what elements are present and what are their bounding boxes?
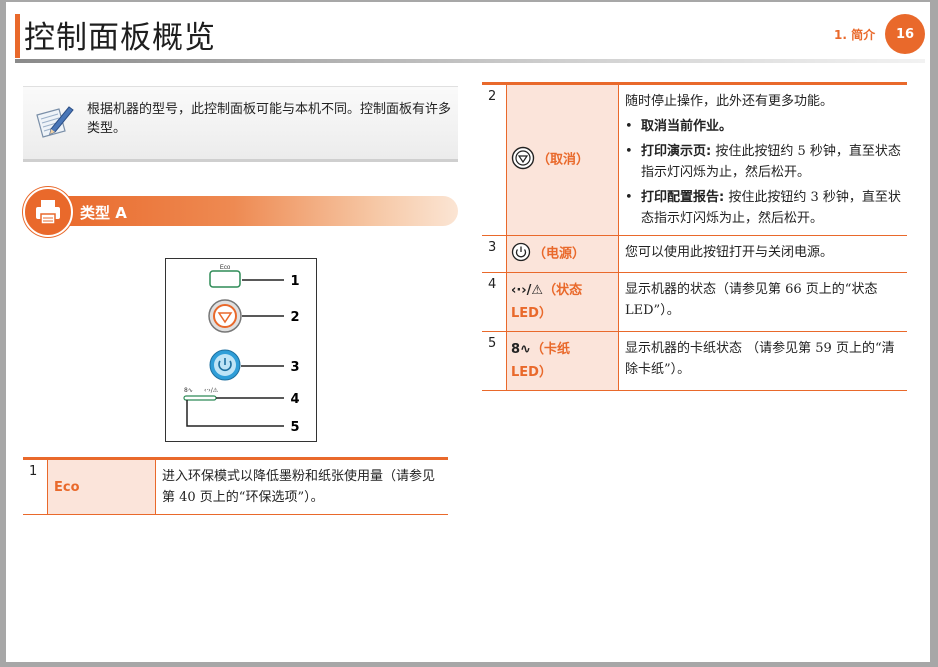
callout-1: 1 bbox=[290, 274, 299, 289]
eco-button: Eco bbox=[209, 265, 241, 288]
status-led-symbol: ‹·›/⚠ bbox=[204, 387, 219, 394]
callout-2: 2 bbox=[290, 310, 299, 325]
page-number-badge: 16 bbox=[885, 14, 925, 54]
list-item: 打印演示页: 按住此按钮约 5 秒钟，直至状态指示灯闪烁为止，然后松开。 bbox=[625, 141, 901, 183]
row-description: 显示机器的状态（请参见第 66 页上的“状态 LED”）。 bbox=[618, 272, 907, 332]
cancel-label: （取消） bbox=[537, 152, 590, 168]
page-number: 16 bbox=[895, 26, 915, 42]
list-item: 取消当前作业。 bbox=[625, 116, 901, 137]
paper-jam-icon: 8∿ bbox=[511, 342, 531, 357]
row-number: 2 bbox=[482, 82, 507, 236]
title-accent-bar bbox=[15, 14, 20, 58]
row-name-jam-led: 8∿（卡纸 LED） bbox=[506, 331, 619, 391]
eco-figure-label: Eco bbox=[220, 265, 231, 271]
row-number: 5 bbox=[482, 331, 507, 391]
table-row: 4 ‹·›/⚠（状态 LED） 显示机器的状态（请参见第 66 页上的“状态 L… bbox=[482, 272, 907, 332]
note-box: 根据机器的型号，此控制面板可能与本机不同。控制面板有许多类型。 bbox=[23, 86, 458, 162]
row-number: 4 bbox=[482, 272, 507, 332]
row-description: 随时停止操作，此外还有更多功能。 取消当前作业。 打印演示页: 按住此按钮约 5… bbox=[618, 82, 907, 236]
row-number: 1 bbox=[23, 457, 48, 515]
table-row: 3 （电源） 您可以使用此按钮打开与关闭电源。 bbox=[482, 235, 907, 273]
callout-4: 4 bbox=[290, 392, 299, 407]
cancel-summary: 随时停止操作，此外还有更多功能。 bbox=[625, 94, 834, 109]
status-led-icon: ‹·›/⚠ bbox=[511, 283, 544, 298]
row-name-status-led: ‹·›/⚠（状态 LED） bbox=[506, 272, 619, 332]
row-description: 显示机器的卡纸状态 （请参见第 59 页上的“清除卡纸”）。 bbox=[618, 331, 907, 391]
table-row: 2 （取消） 随时停止操作，此外还有更多功能。 取消当前作业。 打印演示页: 按… bbox=[482, 82, 907, 236]
callout-3: 3 bbox=[290, 360, 299, 375]
spec-table-left: 1 Eco 进入环保模式以降低墨粉和纸张使用量（请参见第 40 页上的“环保选项… bbox=[23, 457, 448, 515]
header-rule bbox=[15, 59, 925, 63]
section-title: 类型 A bbox=[80, 204, 127, 222]
table-row: 5 8∿（卡纸 LED） 显示机器的卡纸状态 （请参见第 59 页上的“清除卡纸… bbox=[482, 331, 907, 391]
printer-icon bbox=[23, 187, 73, 237]
chapter-label: 1. 简介 bbox=[834, 28, 876, 42]
callout-5: 5 bbox=[290, 420, 299, 435]
led-bar bbox=[183, 395, 217, 401]
note-pencil-icon bbox=[33, 101, 75, 145]
row-name-cancel: （取消） bbox=[506, 82, 619, 236]
cancel-button-graphic bbox=[208, 299, 242, 333]
page-title: 控制面板概览 bbox=[24, 20, 216, 56]
row-description: 进入环保模式以降低墨粉和纸张使用量（请参见第 40 页上的“环保选项”）。 bbox=[155, 457, 448, 515]
cancel-bullets: 取消当前作业。 打印演示页: 按住此按钮约 5 秒钟，直至状态指示灯闪烁为止，然… bbox=[625, 116, 901, 229]
spec-table-right: 2 （取消） 随时停止操作，此外还有更多功能。 取消当前作业。 打印演示页: 按… bbox=[482, 82, 907, 391]
control-panel-figure: Eco 8∿ ‹·›/⚠ 1 2 3 4 5 bbox=[165, 258, 317, 442]
power-icon bbox=[511, 242, 531, 266]
row-description: 您可以使用此按钮打开与关闭电源。 bbox=[618, 235, 907, 273]
row-name: Eco bbox=[47, 457, 156, 515]
note-text: 根据机器的型号，此控制面板可能与本机不同。控制面板有许多类型。 bbox=[87, 102, 452, 136]
document-page: 控制面板概览 1. 简介 16 根据机器的型号，此控制面板可能与本机不同。控制面… bbox=[6, 2, 930, 662]
row-number: 3 bbox=[482, 235, 507, 273]
table-row: 1 Eco 进入环保模式以降低墨粉和纸张使用量（请参见第 40 页上的“环保选项… bbox=[23, 457, 448, 515]
power-label: （电源） bbox=[533, 246, 586, 262]
cancel-icon bbox=[511, 146, 535, 174]
list-item: 打印配置报告: 按住此按钮约 3 秒钟，直至状态指示灯闪烁为止，然后松开。 bbox=[625, 187, 901, 229]
jam-led-symbol: 8∿ bbox=[184, 387, 193, 394]
power-button-graphic bbox=[209, 349, 241, 381]
row-name-power: （电源） bbox=[506, 235, 619, 273]
